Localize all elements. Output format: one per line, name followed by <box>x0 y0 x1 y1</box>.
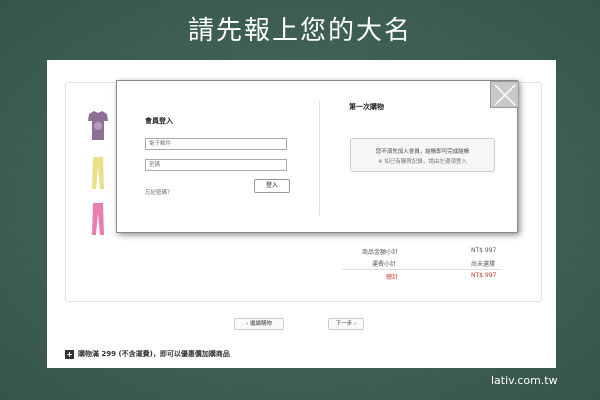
forgot-password-link[interactable]: 忘記密碼？ <box>145 188 173 196</box>
total-value: NT$ 997 <box>471 272 497 279</box>
close-button[interactable] <box>490 81 519 108</box>
login-button[interactable]: 登入 <box>254 179 290 193</box>
shipping-label: 運費小計 <box>372 261 397 268</box>
shipping-value: 尚未選擇 <box>471 261 496 268</box>
close-icon <box>494 84 516 106</box>
guest-checkout-note: ※ 如已有購買記錄，請由左邊項登入 <box>378 159 467 165</box>
slide-title: 請先報上您的大名 <box>187 16 412 46</box>
product-yellow-pants-image[interactable] <box>86 155 110 191</box>
password-input[interactable] <box>145 159 287 171</box>
email-input[interactable] <box>145 138 287 150</box>
login-modal: 會員登入 忘記密碼？ 登入 第一次購物 您不須先加入會員，結帳即可完成結帳 ※ … <box>116 80 519 233</box>
guest-checkout-button[interactable]: 您不須先加入會員，結帳即可完成結帳 ※ 如已有購買記錄，請由左邊項登入 <box>350 138 495 172</box>
promo-text: 購物滿 299 (不含運費)，即可以優惠價加購商品 <box>78 350 230 358</box>
summary-divider <box>342 269 502 270</box>
watermark: lativ.com.tw <box>491 374 558 387</box>
guest-checkout-text: 您不須先加入會員，結帳即可完成結帳 <box>375 149 470 155</box>
continue-shopping-button[interactable]: ‹ 繼續購物 <box>234 318 284 330</box>
promo-banner[interactable]: + 購物滿 299 (不含運費)，即可以優惠價加購商品 <box>65 349 230 359</box>
modal-divider <box>319 101 320 215</box>
member-login-title: 會員登入 <box>145 117 173 125</box>
total-label: 總計 <box>386 274 399 281</box>
subtotal-label: 商品金額小計 <box>362 249 399 256</box>
product-pink-pants-image[interactable] <box>86 201 110 237</box>
subtotal-value: NT$ 997 <box>471 247 497 254</box>
first-purchase-title: 第一次購物 <box>349 103 384 111</box>
next-step-button[interactable]: 下一步 › <box>328 318 364 330</box>
plus-icon[interactable]: + <box>65 350 74 359</box>
product-tshirt-image[interactable] <box>86 108 110 144</box>
